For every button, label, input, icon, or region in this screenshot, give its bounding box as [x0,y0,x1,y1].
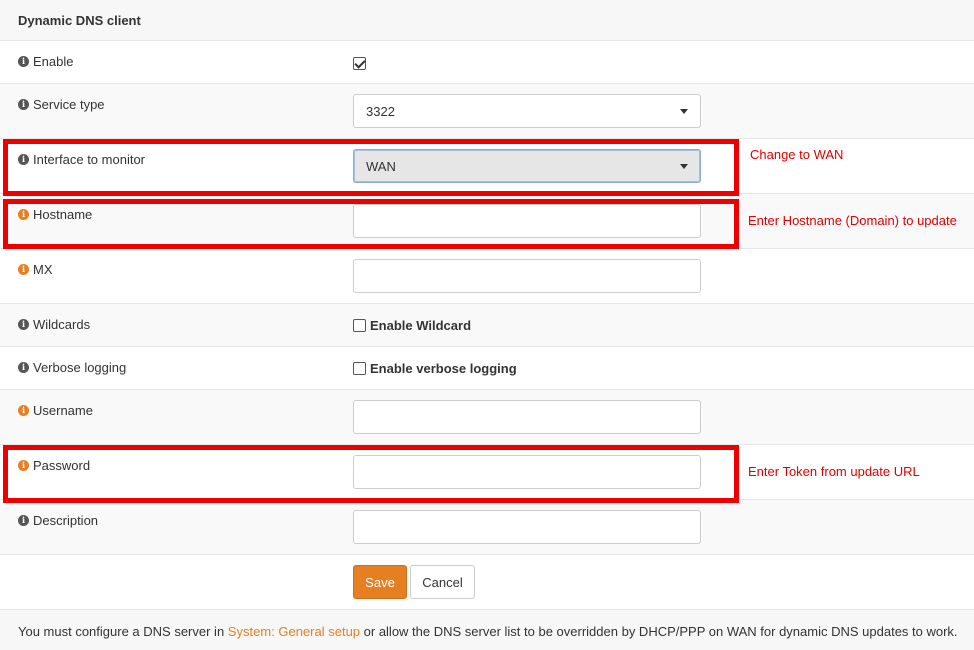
annotation-hostname: Enter Hostname (Domain) to update [748,213,957,228]
info-icon[interactable]: i [18,405,29,416]
username-input-wrap [353,400,701,434]
label-mx: i MX [18,262,53,277]
enable-checkbox[interactable] [353,57,366,71]
general-setup-link[interactable]: System: General setup [228,624,360,639]
label-verbose: i Verbose logging [18,360,126,375]
verbose-checkbox[interactable] [353,362,366,375]
ddns-client-form: Dynamic DNS client i Enable i Service ty… [0,0,974,650]
label-password: i Password [18,458,90,473]
info-icon[interactable]: i [18,362,29,373]
hostname-input[interactable] [353,204,701,238]
row-mx: i MX [0,249,974,304]
row-enable: i Enable [0,41,974,84]
info-icon[interactable]: i [18,209,29,220]
wildcard-checkbox[interactable] [353,319,366,332]
description-input-wrap [353,510,701,544]
label-service-type: i Service type [18,97,105,112]
mx-input[interactable] [353,259,701,293]
row-verbose: i Verbose logging Enable verbose logging [0,347,974,390]
annotation-interface: Change to WAN [750,147,844,162]
save-button[interactable]: Save [353,565,407,599]
footer-note: You must configure a DNS server in Syste… [0,609,974,650]
interface-select-wrap: WAN [353,149,701,183]
label-description: i Description [18,513,98,528]
info-icon[interactable]: i [18,460,29,471]
username-input[interactable] [353,400,701,434]
info-icon[interactable]: i [18,56,29,67]
verbose-checkbox-wrap: Enable verbose logging [353,361,517,376]
info-icon[interactable]: i [18,154,29,165]
info-icon[interactable]: i [18,515,29,526]
section-title: Dynamic DNS client [18,13,141,28]
caret-down-icon [680,163,688,169]
info-icon[interactable]: i [18,319,29,330]
hostname-input-wrap [353,204,701,238]
section-header: Dynamic DNS client [0,0,974,41]
mx-input-wrap [353,259,701,293]
info-icon[interactable]: i [18,264,29,275]
password-input-wrap [353,455,701,489]
password-input[interactable] [353,455,701,489]
label-enable: i Enable [18,54,73,69]
row-wildcards: i Wildcards Enable Wildcard [0,304,974,347]
row-service-type: i Service type 3322 [0,84,974,139]
label-wildcards: i Wildcards [18,317,90,332]
cancel-button[interactable]: Cancel [410,565,475,599]
row-description: i Description [0,500,974,555]
service-type-select[interactable]: 3322 [353,94,701,128]
caret-down-icon [680,108,688,114]
row-username: i Username [0,390,974,445]
enable-checkbox-wrap [353,55,366,71]
annotation-password: Enter Token from update URL [748,464,920,479]
wildcard-checkbox-wrap: Enable Wildcard [353,318,471,333]
verbose-checkbox-label[interactable]: Enable verbose logging [370,361,517,376]
wildcard-checkbox-label[interactable]: Enable Wildcard [370,318,471,333]
description-input[interactable] [353,510,701,544]
label-hostname: i Hostname [18,207,92,222]
info-icon[interactable]: i [18,99,29,110]
interface-select[interactable]: WAN [353,149,701,183]
label-interface: i Interface to monitor [18,152,145,167]
label-username: i Username [18,403,93,418]
footer-text: You must configure a DNS server in Syste… [18,624,958,639]
service-type-select-wrap: 3322 [353,94,701,128]
